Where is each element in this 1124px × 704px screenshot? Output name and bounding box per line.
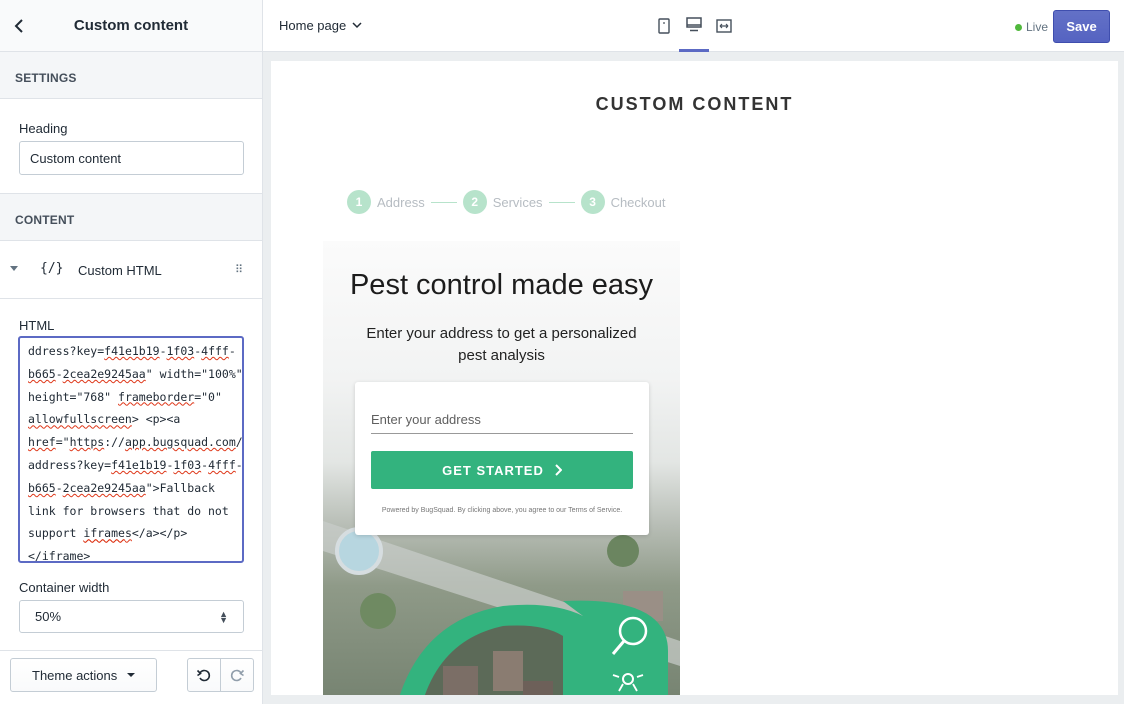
powered-by-text: Powered by BugSquad. By clicking above, … bbox=[381, 507, 623, 514]
fullwidth-view-button[interactable] bbox=[709, 0, 739, 52]
drag-handle-icon[interactable]: ⠿ bbox=[235, 263, 243, 276]
live-status: Live bbox=[1015, 20, 1048, 34]
get-started-button[interactable]: GET STARTED bbox=[371, 451, 633, 489]
step-label: Address bbox=[377, 194, 425, 210]
sidebar-header: Custom content bbox=[0, 0, 262, 52]
code-line: support iframes</a></p> bbox=[28, 526, 188, 541]
step-connector bbox=[548, 201, 575, 203]
desktop-icon bbox=[686, 17, 702, 32]
code-line: b665-2cea2e9245aa" width="100%" bbox=[28, 366, 243, 381]
select-arrows-icon: ▲ ▼ bbox=[219, 608, 228, 625]
sidebar-title: Custom content bbox=[73, 17, 189, 34]
html-code-textarea[interactable]: ddress?key=f41e1b19-1f03-4fff-b665-2cea2… bbox=[18, 336, 244, 563]
undo-redo-group bbox=[187, 658, 254, 692]
mobile-view-button[interactable] bbox=[649, 0, 679, 52]
address-input[interactable]: Enter your address bbox=[371, 412, 633, 434]
step-label: Services bbox=[492, 194, 543, 210]
step-number: 3 bbox=[580, 190, 605, 214]
heading-input[interactable]: Custom content bbox=[19, 141, 244, 175]
code-line: allowfullscreen> <p><a bbox=[28, 412, 181, 427]
theme-actions-label: Theme actions bbox=[32, 667, 118, 683]
hero-title: Pest control made easy bbox=[349, 269, 654, 301]
mobile-icon bbox=[658, 18, 670, 34]
code-line: height="768" frameborder="0" bbox=[28, 389, 222, 404]
heading-label: Heading bbox=[19, 121, 68, 136]
live-dot-icon bbox=[1015, 23, 1022, 31]
custom-html-block[interactable]: {/} Custom HTML ⠿ bbox=[0, 241, 262, 299]
step-connector bbox=[430, 201, 457, 203]
redo-icon bbox=[230, 669, 245, 682]
content-section-header: CONTENT bbox=[0, 194, 262, 241]
code-line: address?key=f41e1b19-1f03-4fff- bbox=[28, 457, 243, 472]
redo-button[interactable] bbox=[220, 659, 253, 691]
caret-down-icon[interactable] bbox=[10, 266, 18, 271]
container-width-label: Container width bbox=[19, 580, 110, 595]
top-bar: Home page Live Save bbox=[263, 0, 1124, 52]
fullwidth-icon bbox=[716, 19, 732, 33]
container-width-select[interactable]: 50% ▲ ▼ bbox=[19, 600, 244, 633]
sidebar-footer: Theme actions bbox=[0, 650, 262, 704]
page-selector-label: Home page bbox=[279, 18, 347, 33]
code-line: link for browsers that do not bbox=[28, 503, 229, 518]
container-width-value: 50% bbox=[35, 609, 62, 624]
hero-section: Pest control made easy Enter your addres… bbox=[323, 241, 680, 695]
html-label: HTML bbox=[19, 318, 55, 333]
get-started-label: GET STARTED bbox=[442, 462, 544, 478]
hero-subtitle: Enter your address to get a personalized… bbox=[366, 325, 637, 364]
page-selector[interactable]: Home page bbox=[279, 18, 362, 33]
section-title: CUSTOM CONTENT bbox=[595, 94, 794, 114]
settings-section-header: SETTINGS bbox=[0, 52, 262, 99]
code-line: b665-2cea2e9245aa">Fallback bbox=[28, 480, 215, 495]
code-line: href="https://app.bugsquad.com/ bbox=[28, 435, 243, 450]
chevron-right-icon bbox=[555, 464, 562, 476]
desktop-view-button[interactable] bbox=[679, 0, 709, 52]
live-label: Live bbox=[1026, 20, 1049, 34]
theme-actions-button[interactable]: Theme actions bbox=[10, 658, 157, 692]
code-icon: {/} bbox=[40, 261, 64, 276]
sidebar: Custom content SETTINGS Heading Custom c… bbox=[0, 0, 263, 704]
caret-down-icon bbox=[127, 673, 136, 677]
undo-button[interactable] bbox=[188, 659, 220, 691]
step-label: Checkout bbox=[610, 194, 666, 210]
preview-frame: CUSTOM CONTENT 1 Address 2 Services 3 Ch… bbox=[271, 61, 1118, 695]
step-number: 2 bbox=[462, 190, 487, 214]
view-switcher bbox=[649, 0, 739, 52]
address-card: Enter your address GET STARTED Powered b… bbox=[355, 382, 649, 535]
code-line: ddress?key=f41e1b19-1f03-4fff- bbox=[28, 344, 236, 358]
save-button[interactable]: Save bbox=[1053, 10, 1110, 43]
undo-icon bbox=[196, 669, 211, 682]
code-line: </iframe> bbox=[28, 549, 91, 563]
heading-setting: Heading Custom content bbox=[0, 99, 262, 194]
chevron-down-icon bbox=[352, 22, 362, 29]
block-label: Custom HTML bbox=[78, 263, 162, 278]
steps-progress: 1 Address 2 Services 3 Checkout bbox=[347, 190, 665, 214]
step-number: 1 bbox=[347, 190, 371, 214]
